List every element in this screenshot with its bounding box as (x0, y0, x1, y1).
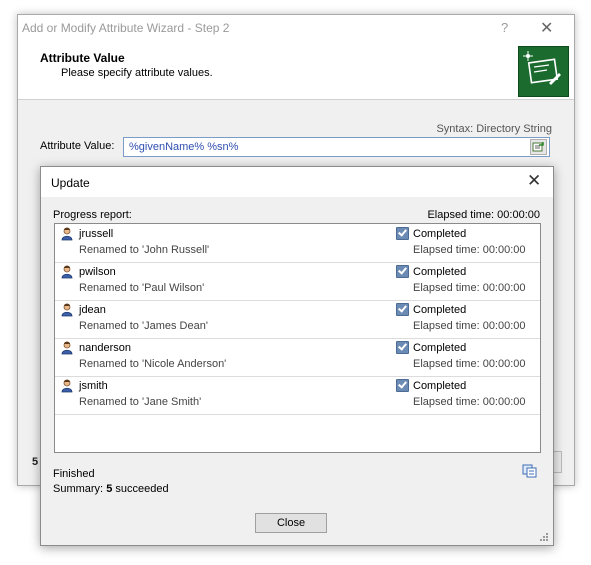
summary-label: Summary: (53, 483, 104, 495)
wizard-partial-label: 5 (32, 456, 39, 468)
wizard-header: Attribute Value Please specify attribute… (18, 43, 574, 100)
row-elapsed-time: Elapsed time: 00:00:00 (413, 320, 526, 332)
step-title: Attribute Value (40, 51, 125, 65)
user-icon (61, 379, 74, 393)
summary-count: 5 (106, 483, 113, 495)
list-item[interactable]: jdean Renamed to 'James Dean' Completed … (55, 300, 540, 339)
user-name: jrussell (79, 228, 114, 240)
step-subtitle: Please specify attribute values. (61, 67, 213, 79)
checkbox-checked-icon (396, 265, 409, 278)
picker-icon[interactable] (530, 139, 547, 155)
wizard-close-button[interactable]: ✕ (540, 18, 553, 38)
list-item[interactable]: pwilson Renamed to 'Paul Wilson' Complet… (55, 262, 540, 301)
finished-status: Finished (53, 468, 95, 480)
list-item[interactable]: jrussell Renamed to 'John Russell' Compl… (55, 224, 540, 263)
row-elapsed-time: Elapsed time: 00:00:00 (413, 282, 526, 294)
attribute-value-text: %givenName% %sn% (129, 141, 239, 153)
user-name: jdean (79, 304, 106, 316)
status-text: Completed (413, 266, 467, 278)
checkbox-checked-icon (396, 379, 409, 392)
update-title: Update (51, 176, 90, 190)
update-dialog: Update ✕ Progress report: Elapsed time: … (40, 166, 554, 546)
list-item[interactable]: nanderson Renamed to 'Nicole Anderson' C… (55, 338, 540, 377)
user-name: nanderson (79, 342, 131, 354)
user-name: pwilson (79, 266, 116, 278)
rename-detail: Renamed to 'Nicole Anderson' (79, 358, 227, 370)
checkbox-checked-icon (396, 303, 409, 316)
summary: Summary: 5 succeeded (53, 483, 169, 495)
row-elapsed-time: Elapsed time: 00:00:00 (413, 396, 526, 408)
row-elapsed-time: Elapsed time: 00:00:00 (413, 358, 526, 370)
update-titlebar: Update ✕ (41, 167, 553, 197)
rename-detail: Renamed to 'Paul Wilson' (79, 282, 205, 294)
resize-grip-icon[interactable] (539, 531, 549, 541)
update-close-button[interactable]: ✕ (527, 171, 541, 191)
attribute-value-input[interactable]: %givenName% %sn% (123, 137, 550, 157)
user-name: jsmith (79, 380, 108, 392)
checkbox-checked-icon (396, 227, 409, 240)
list-item[interactable]: jsmith Renamed to 'Jane Smith' Completed… (55, 376, 540, 415)
progress-report-label: Progress report: (53, 209, 132, 221)
help-button[interactable]: ? (501, 20, 508, 35)
checkbox-checked-icon (396, 341, 409, 354)
status-text: Completed (413, 228, 467, 240)
rename-detail: Renamed to 'John Russell' (79, 244, 210, 256)
rename-detail: Renamed to 'Jane Smith' (79, 396, 202, 408)
rename-detail: Renamed to 'James Dean' (79, 320, 208, 332)
syntax-label: Syntax: Directory String (436, 123, 552, 135)
summary-text: succeeded (115, 483, 169, 495)
status-text: Completed (413, 304, 467, 316)
copy-icon[interactable] (522, 464, 538, 478)
user-icon (61, 265, 74, 279)
wizard-logo-icon (518, 46, 569, 97)
close-button[interactable]: Close (255, 513, 327, 533)
user-icon (61, 227, 74, 241)
wizard-titlebar: Add or Modify Attribute Wizard - Step 2 … (18, 15, 574, 43)
row-elapsed-time: Elapsed time: 00:00:00 (413, 244, 526, 256)
progress-list[interactable]: jrussell Renamed to 'John Russell' Compl… (54, 223, 541, 453)
status-text: Completed (413, 342, 467, 354)
attribute-value-label: Attribute Value: (40, 140, 115, 152)
user-icon (61, 303, 74, 317)
wizard-title: Add or Modify Attribute Wizard - Step 2 (22, 21, 230, 35)
user-icon (61, 341, 74, 355)
status-text: Completed (413, 380, 467, 392)
total-elapsed-time: Elapsed time: 00:00:00 (427, 209, 540, 221)
